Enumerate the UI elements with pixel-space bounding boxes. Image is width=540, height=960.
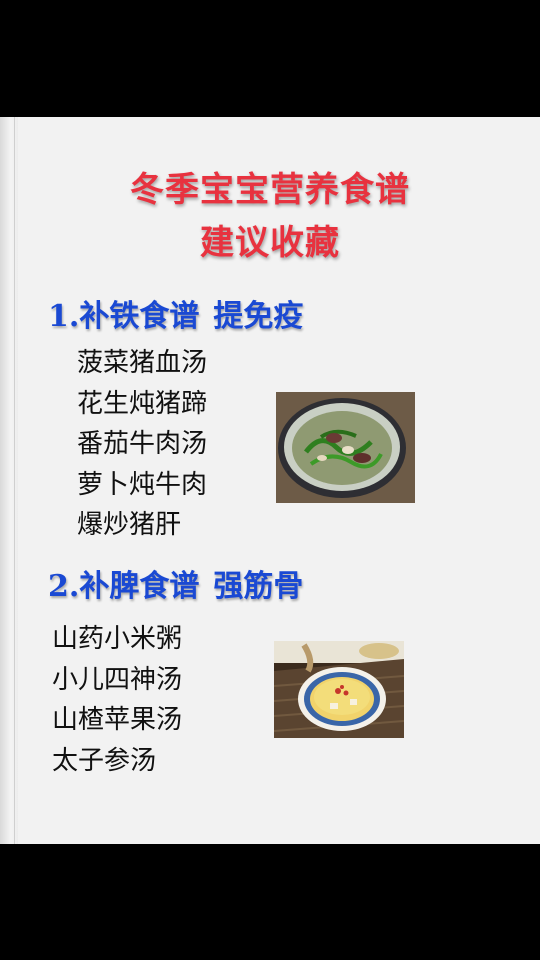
list-item: 菠菜猪血汤: [77, 348, 208, 378]
section-heading-iron: 1.补铁食谱 提免疫: [48, 291, 303, 335]
recipe-list-iron: 菠菜猪血汤 花生炖猪蹄 番茄牛肉汤 萝卜炖牛肉 爆炒猪肝: [77, 343, 207, 546]
list-item: 山楂苹果汤: [52, 705, 183, 735]
title-line-2: 建议收藏: [200, 223, 340, 263]
millet-porridge-photo: [274, 641, 404, 738]
list-item: 山药小米粥: [52, 624, 183, 654]
list-item: 小儿四神汤: [52, 664, 183, 695]
section-number: 1.: [48, 299, 80, 334]
section-heading-main: 补脾食谱: [79, 569, 200, 604]
list-item: 太子参汤: [52, 745, 157, 776]
list-item: 萝卜炖牛肉: [77, 469, 208, 500]
title-line-1: 冬季宝宝营养食谱: [130, 170, 410, 210]
section-heading-sub: 提免疫: [213, 299, 304, 334]
recipe-card: 冬季宝宝营养食谱 建议收藏 1.补铁食谱 提免疫 菠菜猪血汤 花生炖猪蹄 番茄牛肉…: [0, 117, 540, 844]
recipe-list-spleen: 山药小米粥 小儿四神汤 山楂苹果汤 太子参汤: [52, 619, 182, 781]
spinach-soup-photo: [276, 392, 415, 503]
section-heading-spleen: 2.补脾食谱 强筋骨: [48, 561, 303, 605]
list-item: 番茄牛肉汤: [77, 429, 208, 459]
list-item: 花生炖猪蹄: [77, 388, 208, 419]
section-heading-main: 补铁食谱: [79, 299, 200, 334]
list-item: 爆炒猪肝: [77, 510, 182, 540]
section-number: 2.: [48, 569, 80, 604]
section-heading-sub: 强筋骨: [213, 569, 304, 604]
